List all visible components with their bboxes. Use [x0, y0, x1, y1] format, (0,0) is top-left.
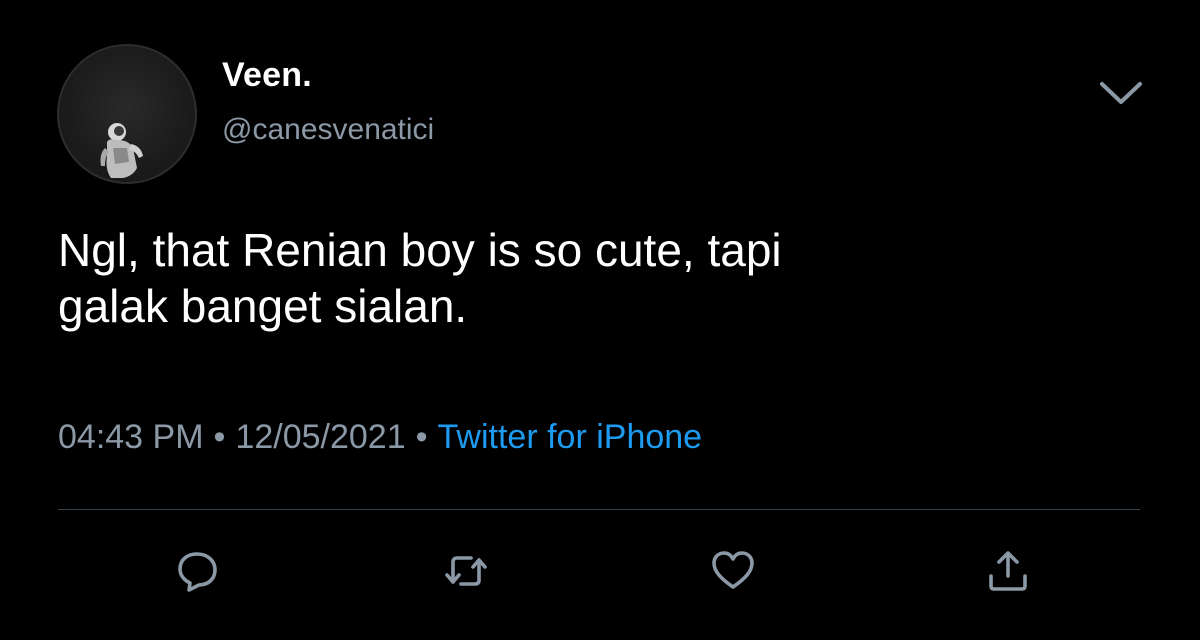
retweet-button[interactable]: [443, 548, 489, 594]
separator-dot: •: [415, 418, 428, 456]
share-button[interactable]: [985, 548, 1031, 594]
tweet-text-line: Ngl, that Renian boy is so cute, tapi: [58, 224, 782, 276]
tweet-text-line: galak banget sialan.: [58, 280, 468, 332]
divider: [58, 509, 1140, 510]
avatar[interactable]: [57, 44, 197, 184]
reply-icon: [178, 552, 217, 592]
author-display-name[interactable]: Veen.: [222, 56, 312, 95]
tweet-detail: Veen. @canesvenatici Ngl, that Renian bo…: [0, 0, 1200, 640]
heart-icon: [712, 551, 754, 589]
author-handle[interactable]: @canesvenatici: [222, 113, 434, 147]
chevron-down-icon[interactable]: [1096, 78, 1146, 108]
tweet-date[interactable]: 12/05/2021: [235, 418, 405, 456]
retweet-icon: [445, 556, 487, 586]
tweet-time[interactable]: 04:43 PM: [58, 418, 204, 456]
share-icon: [989, 551, 1027, 591]
astronaut-icon: [100, 123, 143, 178]
tweet-metadata: 04:43 PM • 12/05/2021 • Twitter for iPhone: [58, 418, 702, 457]
reply-button[interactable]: [175, 548, 221, 594]
separator-dot: •: [213, 418, 226, 456]
like-button[interactable]: [710, 548, 756, 594]
tweet-text: Ngl, that Renian boy is so cute, tapi ga…: [58, 222, 1138, 334]
tweet-source-link[interactable]: Twitter for iPhone: [438, 418, 703, 456]
